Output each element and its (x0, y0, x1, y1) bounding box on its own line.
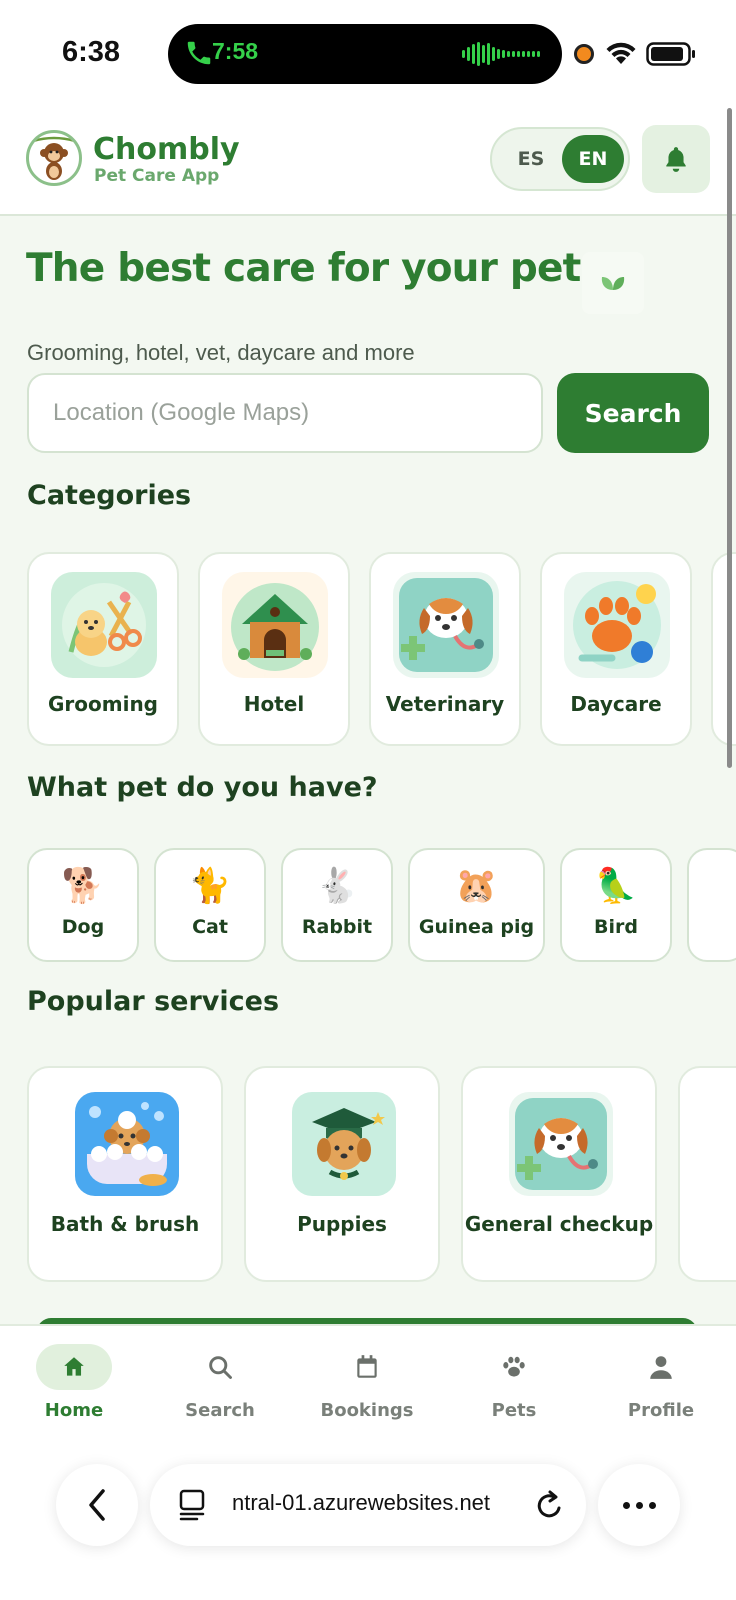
pet-cat[interactable]: 🐈 Cat (154, 848, 266, 962)
veterinary-icon (393, 572, 499, 678)
app-header: Chombly Pet Care App ES EN (0, 108, 736, 216)
audio-wave-icon (462, 42, 540, 66)
rabbit-icon: 🐇 (315, 866, 359, 906)
search-icon (209, 1356, 232, 1379)
pet-guinea-pig[interactable]: 🐹 Guinea pig (408, 848, 545, 962)
categories-row: Grooming Hotel Veterinary Daycare (27, 552, 736, 746)
address-bar[interactable]: ntral-01.azurewebsites.net (150, 1464, 586, 1546)
lang-en-option[interactable]: EN (562, 135, 624, 183)
category-label: Daycare (570, 692, 662, 716)
wifi-icon (606, 42, 636, 64)
pet-label: Dog (61, 916, 105, 938)
nav-pets[interactable]: Pets (454, 1340, 574, 1430)
language-toggle[interactable]: ES EN (490, 127, 630, 191)
pet-card-peek[interactable] (687, 848, 736, 962)
more-options-button[interactable] (598, 1464, 680, 1546)
grooming-icon (51, 572, 157, 678)
chevron-left-icon (89, 1489, 105, 1521)
reload-icon[interactable] (532, 1486, 566, 1524)
service-label: Puppies (297, 1212, 387, 1236)
bird-icon: 🦜 (594, 866, 638, 906)
categories-title: Categories (27, 480, 192, 511)
dog-icon: 🐕 (61, 866, 105, 906)
paw-icon (503, 1356, 525, 1377)
service-label: Bath & brush (50, 1212, 200, 1236)
service-general-checkup[interactable]: General checkup (461, 1066, 657, 1282)
service-card-peek[interactable] (678, 1066, 736, 1282)
checkup-icon (509, 1092, 613, 1196)
service-bath-brush[interactable]: Bath & brush (27, 1066, 223, 1282)
category-label: Grooming (47, 692, 158, 716)
location-search-input[interactable]: Location (Google Maps) (27, 373, 543, 453)
category-card-peek[interactable] (711, 552, 736, 746)
nav-profile[interactable]: Profile (601, 1340, 721, 1430)
puppy-graduate-icon (292, 1092, 396, 1196)
battery-icon (646, 42, 695, 66)
hero-subtitle: Grooming, hotel, vet, daycare and more (27, 340, 415, 365)
nav-label: Home (44, 1400, 104, 1421)
monkey-logo-icon (26, 130, 82, 186)
back-button[interactable] (56, 1464, 138, 1546)
nav-bookings[interactable]: Bookings (307, 1340, 427, 1430)
phone-icon (187, 41, 211, 65)
nav-label: Bookings (320, 1400, 414, 1421)
category-veterinary[interactable]: Veterinary (369, 552, 521, 746)
tabs-icon (179, 1489, 205, 1521)
nav-label: Pets (491, 1400, 537, 1421)
services-row: Bath & brush Puppies General checkup (27, 1066, 736, 1282)
category-hotel[interactable]: Hotel (198, 552, 350, 746)
home-icon (64, 1357, 84, 1376)
main-content: The best care for your pet Grooming, hot… (0, 216, 736, 1324)
hotel-icon (222, 572, 328, 678)
leaf-icon (582, 252, 644, 314)
recording-indicator (574, 44, 594, 64)
pets-title: What pet do you have? (27, 772, 378, 803)
status-time: 6:38 (62, 36, 121, 68)
search-button[interactable]: Search (557, 373, 709, 453)
category-daycare[interactable]: Daycare (540, 552, 692, 746)
search-placeholder: Location (Google Maps) (53, 399, 310, 426)
service-label: General checkup (464, 1212, 654, 1236)
category-label: Veterinary (385, 692, 505, 716)
dynamic-island: 7:58 (168, 24, 562, 84)
pet-bird[interactable]: 🦜 Bird (560, 848, 672, 962)
notifications-button[interactable] (642, 125, 710, 193)
nav-home[interactable]: Home (14, 1340, 134, 1430)
brand-name: Chombly (93, 132, 240, 167)
pet-label: Guinea pig (418, 916, 535, 938)
browser-toolbar: ntral-01.azurewebsites.net (0, 1438, 736, 1600)
nav-label: Search (185, 1400, 255, 1421)
brand-subtitle: Pet Care App (94, 166, 220, 186)
calendar-icon (357, 1355, 377, 1378)
lang-es-option[interactable]: ES (506, 143, 556, 175)
hero-title: The best care for your pet (26, 246, 581, 291)
page-scrollbar[interactable] (727, 108, 732, 768)
pet-label: Bird (594, 916, 638, 938)
cat-icon: 🐈 (188, 866, 232, 906)
more-dot-icon (635, 1501, 643, 1509)
call-timer: 7:58 (212, 38, 259, 64)
service-puppies[interactable]: Puppies (244, 1066, 440, 1282)
url-text: ntral-01.azurewebsites.net (232, 1490, 491, 1515)
bell-icon (666, 147, 686, 172)
category-label: Hotel (243, 692, 305, 716)
pet-label: Cat (192, 916, 228, 938)
user-icon (650, 1356, 672, 1379)
pet-dog[interactable]: 🐕 Dog (27, 848, 139, 962)
pets-row: 🐕 Dog 🐈 Cat 🐇 Rabbit 🐹 Guinea pig 🦜 Bird (27, 848, 736, 962)
guinea-pig-icon: 🐹 (455, 866, 498, 906)
bath-icon (75, 1092, 179, 1196)
more-dot-icon (648, 1501, 656, 1509)
pet-label: Rabbit (301, 916, 373, 938)
nav-label: Profile (627, 1400, 695, 1421)
bottom-navigation: Home Search Bookings Pets Profile (0, 1324, 736, 1438)
more-dot-icon (622, 1501, 630, 1509)
category-grooming[interactable]: Grooming (27, 552, 179, 746)
status-bar: 6:38 7:58 (0, 0, 736, 108)
services-title: Popular services (27, 986, 280, 1017)
daycare-icon (564, 572, 670, 678)
pet-rabbit[interactable]: 🐇 Rabbit (281, 848, 393, 962)
nav-search[interactable]: Search (160, 1340, 280, 1430)
